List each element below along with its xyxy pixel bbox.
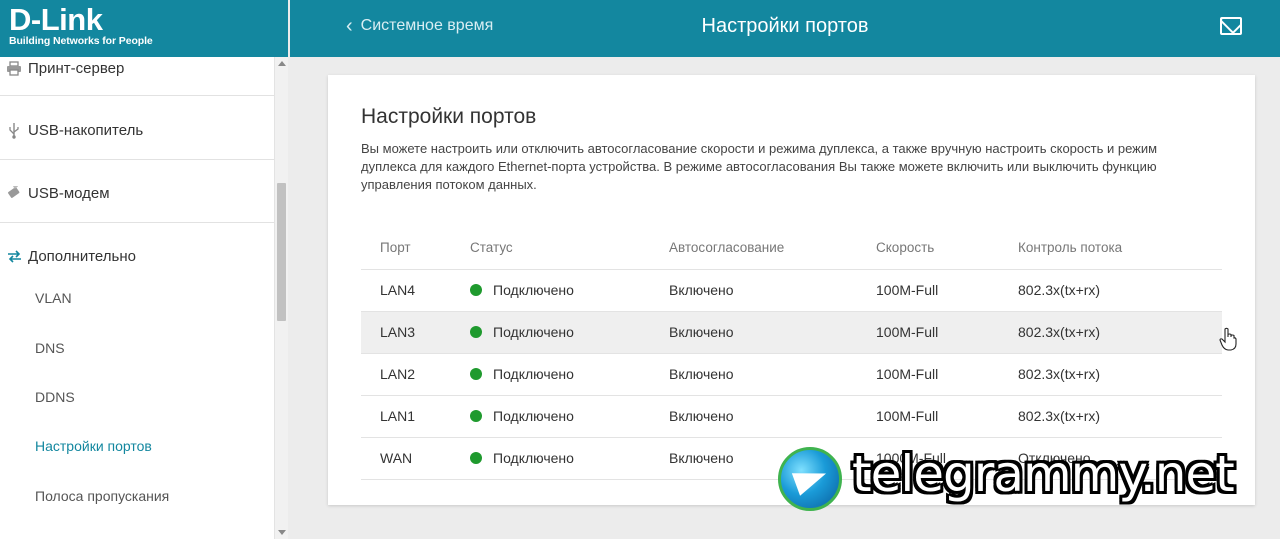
column-header-speed: Скорость: [857, 227, 999, 270]
cell-speed: 100M-Full: [857, 311, 999, 354]
cell-status: Подключено: [451, 395, 650, 438]
arrows-icon: [0, 249, 28, 263]
cell-autonegotiation: Включено: [650, 353, 857, 396]
cell-autonegotiation: Включено: [650, 395, 857, 438]
sidebar-item-label: Принт-сервер: [28, 59, 125, 77]
column-header-autonegotiation: Автосогласование: [650, 227, 857, 270]
status-text: Подключено: [493, 366, 574, 382]
cell-flow-control: 802.3x(tx+rx): [999, 353, 1222, 396]
status-text: Подключено: [493, 324, 574, 340]
status-dot-icon: [470, 284, 482, 296]
sidebar-item-label: USB-накопитель: [28, 121, 144, 139]
cell-status: Подключено: [451, 269, 650, 312]
cell-speed: 100M-Full: [857, 269, 999, 312]
table-row[interactable]: LAN4 Подключено Включено 100M-Full 802.3…: [361, 269, 1222, 312]
scroll-up-arrow-icon[interactable]: [278, 61, 286, 66]
watermark-text: telegrammy.net: [852, 445, 1235, 503]
sidebar: Принт-сервер USB-накопитель USB-модем До…: [0, 57, 274, 539]
printer-icon: [0, 60, 28, 76]
cell-speed: 100M-Full: [857, 395, 999, 438]
sidebar-item-advanced[interactable]: Дополнительно: [0, 245, 274, 267]
status-dot-icon: [470, 368, 482, 380]
cell-port: LAN1: [361, 395, 451, 438]
table-row[interactable]: LAN3 Подключено Включено 100M-Full 802.3…: [361, 311, 1222, 354]
usb-icon: [0, 122, 28, 139]
divider: [0, 159, 274, 160]
status-text: Подключено: [493, 450, 574, 466]
table-row[interactable]: LAN1 Подключено Включено 100M-Full 802.3…: [361, 395, 1222, 438]
column-header-status: Статус: [451, 227, 650, 270]
status-dot-icon: [470, 326, 482, 338]
usb-modem-icon: [0, 186, 28, 200]
cell-status: Подключено: [451, 311, 650, 354]
sidebar-item-label: Дополнительно: [28, 247, 136, 265]
paper-plane-icon: [791, 462, 831, 496]
sidebar-subitem-vlan[interactable]: VLAN: [35, 290, 72, 306]
card-description: Вы можете настроить или отключить автосо…: [361, 141, 1158, 192]
status-text: Подключено: [493, 282, 574, 298]
sidebar-item-label: USB-модем: [28, 184, 110, 202]
status-text: Подключено: [493, 408, 574, 424]
cell-speed: 100M-Full: [857, 353, 999, 396]
sidebar-item-print-server[interactable]: Принт-сервер: [0, 57, 274, 79]
telegram-logo-icon: [778, 447, 842, 511]
scrollbar-thumb[interactable]: [277, 183, 286, 321]
cell-status: Подключено: [451, 437, 650, 480]
cell-flow-control: 802.3x(tx+rx): [999, 311, 1222, 354]
cell-port: WAN: [361, 437, 451, 480]
scroll-down-arrow-icon[interactable]: [278, 530, 286, 535]
status-dot-icon: [470, 452, 482, 464]
status-dot-icon: [470, 410, 482, 422]
logo-tagline: Building Networks for People: [9, 35, 153, 47]
cell-autonegotiation: Включено: [650, 311, 857, 354]
cell-status: Подключено: [451, 353, 650, 396]
table-header-row: Порт Статус Автосогласование Скорость Ко…: [361, 227, 1222, 270]
sidebar-subitem-port-settings[interactable]: Настройки портов: [35, 438, 152, 454]
dlink-logo[interactable]: D-Link Building Networks for People: [0, 0, 288, 57]
sidebar-subitem-ddns[interactable]: DDNS: [35, 389, 75, 405]
page-title: Настройки портов: [701, 15, 869, 37]
sidebar-item-usb-storage[interactable]: USB-накопитель: [0, 119, 274, 141]
sidebar-subitem-dns[interactable]: DNS: [35, 340, 65, 356]
sidebar-subitem-bandwidth[interactable]: Полоса пропускания: [35, 488, 169, 504]
top-bar: ‹ Системное время Настройки портов: [290, 0, 1280, 57]
cell-flow-control: 802.3x(tx+rx): [999, 269, 1222, 312]
sidebar-scrollbar[interactable]: [274, 57, 288, 539]
sidebar-item-usb-modem[interactable]: USB-модем: [0, 182, 274, 204]
cell-autonegotiation: Включено: [650, 269, 857, 312]
column-header-port: Порт: [361, 227, 451, 270]
card-title: Настройки портов: [361, 105, 537, 128]
column-header-flow-control: Контроль потока: [999, 227, 1222, 270]
ports-table: Порт Статус Автосогласование Скорость Ко…: [361, 227, 1222, 480]
mail-icon[interactable]: [1220, 17, 1242, 35]
hand-cursor-icon: [1219, 327, 1237, 351]
cell-flow-control: 802.3x(tx+rx): [999, 395, 1222, 438]
divider: [0, 222, 274, 223]
port-settings-card: Настройки портов Вы можете настроить или…: [328, 75, 1255, 505]
logo-name: D-Link: [9, 2, 103, 37]
cell-port: LAN4: [361, 269, 451, 312]
divider: [0, 95, 274, 96]
table-row[interactable]: LAN2 Подключено Включено 100M-Full 802.3…: [361, 353, 1222, 396]
cell-port: LAN3: [361, 311, 451, 354]
cell-port: LAN2: [361, 353, 451, 396]
